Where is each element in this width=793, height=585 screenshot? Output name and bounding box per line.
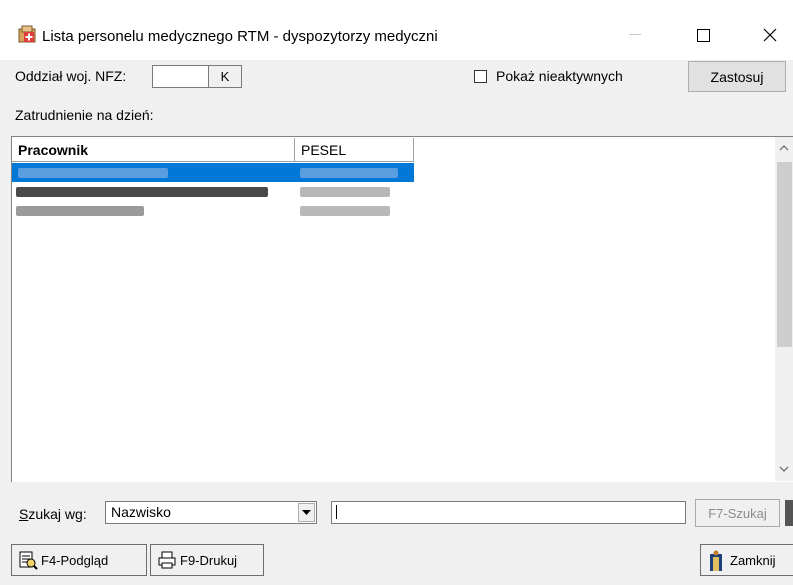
column-header-employee[interactable]: Pracownik [12,138,295,162]
scroll-down-icon[interactable] [775,458,793,480]
search-input[interactable] [331,501,686,524]
scroll-up-icon[interactable] [775,137,793,159]
table-row[interactable] [12,163,414,182]
column-header-pesel[interactable]: PESEL [295,138,414,162]
employee-name-redacted [16,206,144,216]
scroll-thumb[interactable] [777,162,792,347]
employee-name-redacted [16,187,268,197]
nfz-branch-label: Oddział woj. NFZ: [15,68,127,84]
table-row[interactable] [12,201,414,220]
print-button[interactable]: F9-Drukuj [150,544,264,576]
pesel-redacted [300,187,390,197]
printer-icon [157,550,177,570]
print-label: F9-Drukuj [180,552,238,568]
medical-list-icon [18,24,38,44]
text-caret [336,505,337,519]
search-button[interactable]: F7-Szukaj [695,499,780,527]
minimize-icon[interactable] [612,18,658,52]
search-by-label-rest: zukaj wg: [28,506,87,522]
preview-label: F4-Podgląd [41,552,109,568]
show-inactive-label[interactable]: Pokaż nieaktywnych [496,68,623,84]
maximize-icon[interactable] [680,18,726,52]
show-inactive-checkbox[interactable] [474,70,487,83]
pesel-redacted [300,168,398,178]
preview-icon [18,550,38,570]
apply-button[interactable]: Zastosuj [688,61,786,92]
chevron-down-icon[interactable] [298,503,315,522]
nfz-lookup-button[interactable]: K [208,65,242,88]
pesel-redacted [300,206,390,216]
close-label: Zamknij [730,552,776,568]
nfz-branch-input[interactable] [152,65,208,88]
close-button[interactable]: Zamknij [700,544,793,576]
employee-name-redacted [18,168,168,178]
window-title: Lista personelu medycznego RTM - dyspozy… [42,28,438,45]
table-row[interactable] [12,182,414,201]
calendar-icon[interactable] [785,500,793,526]
search-by-label: Szukaj wg: [19,506,87,522]
employment-date-label: Zatrudnienie na dzień: [15,107,154,123]
search-field-value: Nazwisko [111,504,171,520]
exit-door-icon [707,550,727,571]
preview-button[interactable]: F4-Podgląd [11,544,147,576]
close-icon[interactable] [747,18,793,52]
